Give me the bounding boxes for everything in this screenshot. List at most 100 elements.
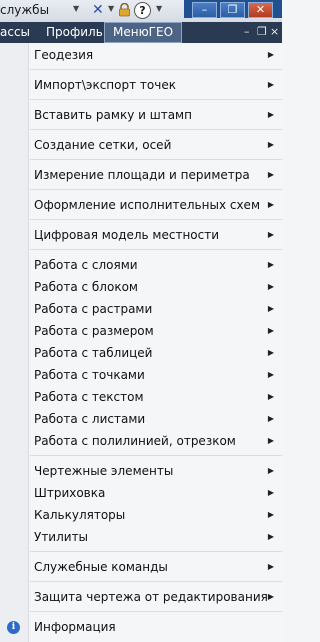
- menu-item[interactable]: Вставить рамку и штамп ▶: [28, 108, 282, 126]
- submenu-arrow-icon: ▶: [267, 200, 274, 209]
- menu-item[interactable]: Работа с точками ▶: [28, 368, 282, 386]
- submenu-arrow-icon: ▶: [267, 50, 274, 59]
- menugeo-dropdown: Геодезия ▶ Импорт\экспорт точек ▶ Вставить р…: [0, 43, 282, 642]
- doc-minimize-button[interactable]: –: [244, 25, 250, 38]
- menu-item-label: Работа с таблицей: [34, 346, 153, 360]
- menu-item[interactable]: Служебные команды ▶: [28, 560, 282, 578]
- menu-item[interactable]: Защита чертежа от редактирования ▶: [28, 590, 282, 608]
- menu-item-label: Калькуляторы: [34, 508, 126, 522]
- menu-item[interactable]: Калькуляторы ▶: [28, 508, 282, 526]
- menubar-item-services[interactable]: ассы: [0, 25, 30, 39]
- submenu-arrow-icon: ▶: [267, 260, 274, 269]
- menu-item[interactable]: Работа с размером ▶: [28, 324, 282, 342]
- doc-close-button[interactable]: ×: [270, 25, 279, 38]
- services-label[interactable]: службы: [0, 3, 49, 17]
- submenu-arrow-icon: ▶: [267, 170, 274, 179]
- menu-item-label: Вставить рамку и штамп: [34, 108, 192, 122]
- info-icon: i: [7, 621, 20, 634]
- menu-item[interactable]: Работа с листами ▶: [28, 412, 282, 430]
- menu-item-label: Геодезия: [34, 48, 94, 62]
- lock-icon[interactable]: [118, 3, 131, 17]
- submenu-arrow-icon: ▶: [267, 140, 274, 149]
- menu-icon-gutter: [0, 43, 29, 642]
- menu-item-label: Информация: [34, 620, 116, 634]
- submenu-arrow-icon: ▶: [267, 436, 274, 445]
- close-tool-icon[interactable]: ✕: [92, 3, 106, 17]
- submenu-arrow-icon: ▶: [267, 488, 274, 497]
- submenu-arrow-icon: ▶: [267, 510, 274, 519]
- services-dropdown-icon[interactable]: ▼: [73, 4, 79, 13]
- doc-restore-button[interactable]: ❐: [257, 25, 267, 38]
- menu-item-label: Работа с блоком: [34, 280, 138, 294]
- menu-item[interactable]: Чертежные элементы ▶: [28, 464, 282, 482]
- submenu-arrow-icon: ▶: [267, 326, 274, 335]
- menu-item-label: Работа с текстом: [34, 390, 144, 404]
- menubar-item-profile[interactable]: Профиль: [46, 25, 103, 39]
- menu-separator: [30, 611, 282, 612]
- help-icon[interactable]: ?: [134, 2, 151, 19]
- menu-item[interactable]: Измерение площади и периметра ▶: [28, 168, 282, 186]
- menu-item[interactable]: Работа с слоями ▶: [28, 258, 282, 276]
- submenu-arrow-icon: ▶: [267, 392, 274, 401]
- menu-item[interactable]: Оформление исполнительных схем ▶: [28, 198, 282, 216]
- menu-separator: [30, 219, 282, 220]
- restore-button[interactable]: ❐: [220, 2, 245, 18]
- menu-item-label: Работа с растрами: [34, 302, 153, 316]
- menu-bar: ассы Профиль МенюГЕО – ❐ ×: [0, 22, 282, 43]
- menu-item-label: Штриховка: [34, 486, 106, 500]
- menu-separator: [30, 551, 282, 552]
- menu-item[interactable]: Цифровая модель местности ▶: [28, 228, 282, 246]
- menu-item[interactable]: Создание сетки, осей ▶: [28, 138, 282, 156]
- menu-item-label: Работа с слоями: [34, 258, 138, 272]
- help-dropdown-icon[interactable]: ▼: [156, 4, 162, 13]
- menu-item-label: Утилиты: [34, 530, 89, 544]
- menu-item-label: Работа с размером: [34, 324, 154, 338]
- submenu-arrow-icon: ▶: [267, 348, 274, 357]
- close-button[interactable]: ✕: [248, 2, 273, 18]
- submenu-arrow-icon: ▶: [267, 282, 274, 291]
- submenu-arrow-icon: ▶: [267, 466, 274, 475]
- submenu-arrow-icon: ▶: [267, 80, 274, 89]
- menu-item-label: Создание сетки, осей: [34, 138, 172, 152]
- menu-item-label: Защита чертежа от редактирования: [34, 590, 268, 604]
- submenu-arrow-icon: ▶: [267, 532, 274, 541]
- menu-item[interactable]: Информация: [28, 620, 282, 638]
- minimize-button[interactable]: –: [192, 2, 217, 18]
- menu-item[interactable]: Работа с текстом ▶: [28, 390, 282, 408]
- menu-item[interactable]: Работа с растрами ▶: [28, 302, 282, 320]
- menu-separator: [30, 455, 282, 456]
- submenu-arrow-icon: ▶: [267, 562, 274, 571]
- tool-dropdown-icon[interactable]: ▼: [108, 4, 114, 13]
- menu-item[interactable]: Работа с полилинией, отрезком ▶: [28, 434, 282, 452]
- quick-access-toolbar: службы ▼ ✕ ▼ ? ▼ – ❐ ✕: [0, 0, 282, 23]
- menu-separator: [30, 99, 282, 100]
- menu-separator: [30, 581, 282, 582]
- window-controls: – ❐ ✕: [184, 0, 282, 18]
- menu-separator: [30, 129, 282, 130]
- menu-separator: [30, 69, 282, 70]
- submenu-arrow-icon: ▶: [267, 592, 274, 601]
- menu-item-label: Работа с точками: [34, 368, 145, 382]
- menu-separator: [30, 159, 282, 160]
- menu-item[interactable]: Импорт\экспорт точек ▶: [28, 78, 282, 96]
- menu-item-label: Чертежные элементы: [34, 464, 174, 478]
- menu-item-label: Импорт\экспорт точек: [34, 78, 176, 92]
- menu-item-label: Измерение площади и периметра: [34, 168, 250, 182]
- menu-item-label: Работа с полилинией, отрезком: [34, 434, 236, 448]
- menu-item[interactable]: Работа с блоком ▶: [28, 280, 282, 298]
- menu-item[interactable]: Геодезия ▶: [28, 48, 282, 66]
- menu-item-label: Цифровая модель местности: [34, 228, 220, 242]
- submenu-arrow-icon: ▶: [267, 370, 274, 379]
- menu-separator: [30, 189, 282, 190]
- menu-separator: [30, 249, 282, 250]
- menu-item[interactable]: Работа с таблицей ▶: [28, 346, 282, 364]
- menu-item[interactable]: Штриховка ▶: [28, 486, 282, 504]
- submenu-arrow-icon: ▶: [267, 304, 274, 313]
- menu-item-label: Оформление исполнительных схем: [34, 198, 260, 212]
- menu-item[interactable]: Утилиты ▶: [28, 530, 282, 548]
- menu-item-label: Работа с листами: [34, 412, 146, 426]
- submenu-arrow-icon: ▶: [267, 110, 274, 119]
- menu-item-label: Служебные команды: [34, 560, 168, 574]
- submenu-arrow-icon: ▶: [267, 414, 274, 423]
- menubar-item-menugeo[interactable]: МенюГЕО: [104, 22, 183, 43]
